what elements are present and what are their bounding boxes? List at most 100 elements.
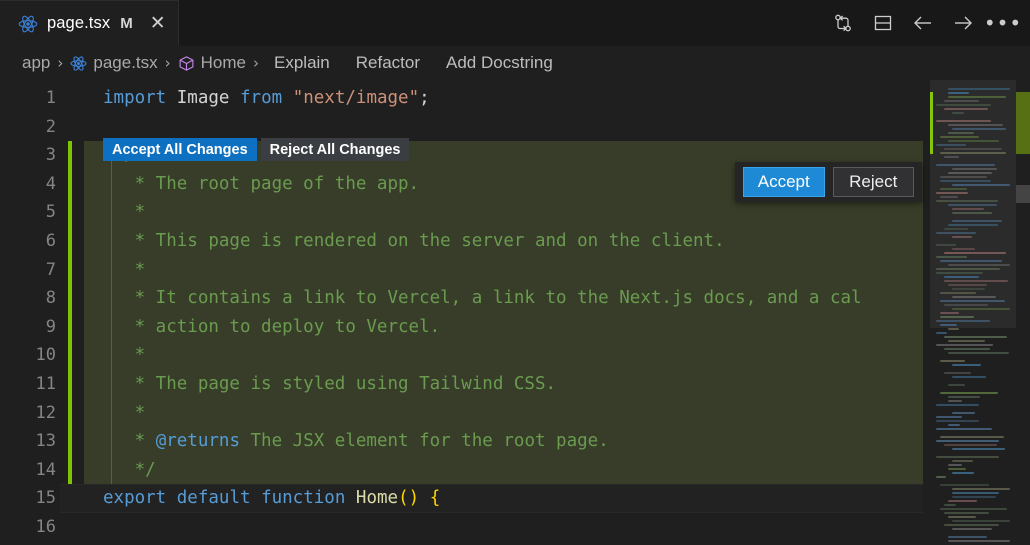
minimap-code-row bbox=[936, 200, 998, 202]
back-arrow-icon[interactable] bbox=[912, 12, 934, 34]
minimap-code-row bbox=[948, 140, 999, 142]
accept-button[interactable]: Accept bbox=[743, 167, 825, 197]
minimap-code-row bbox=[944, 156, 959, 158]
minimap-code-row bbox=[936, 192, 968, 194]
minimap-code-row bbox=[952, 492, 999, 494]
minimap-code-row bbox=[952, 248, 975, 250]
minimap-code-row bbox=[936, 428, 992, 430]
scrollbar-slider[interactable] bbox=[1016, 185, 1030, 203]
minimap-code-row bbox=[936, 344, 993, 346]
minimap-code-row bbox=[940, 176, 987, 178]
code-line-text: import Image from "next/image"; bbox=[103, 84, 430, 113]
minimap-code-row bbox=[936, 332, 947, 334]
minimap-code-row bbox=[940, 188, 967, 190]
line-number: 13 bbox=[35, 431, 56, 452]
code-line-text: * bbox=[103, 256, 146, 285]
breadcrumb-label-page-tsx: page.tsx bbox=[93, 53, 158, 72]
editor-tab-bar: page.tsx M ✕ ••• bbox=[0, 0, 1030, 47]
line-number: 5 bbox=[45, 202, 56, 223]
editor-scrollbar[interactable] bbox=[1016, 80, 1030, 545]
accept-all-changes-button[interactable]: Accept All Changes bbox=[103, 138, 257, 161]
minimap[interactable] bbox=[930, 80, 1016, 545]
code-token: * bbox=[103, 202, 146, 223]
compare-changes-icon[interactable] bbox=[832, 12, 854, 34]
breadcrumb-action-refactor[interactable]: Refactor bbox=[356, 53, 420, 73]
code-line[interactable]: 6 * This page is rendered on the server … bbox=[0, 227, 1030, 256]
code-line-text: * bbox=[103, 198, 146, 227]
minimap-code-row bbox=[940, 292, 976, 294]
code-line[interactable]: 5 * bbox=[0, 198, 1030, 227]
reject-all-changes-button[interactable]: Reject All Changes bbox=[260, 138, 410, 161]
breadcrumb-item-app[interactable]: app bbox=[22, 53, 50, 73]
minimap-code-row bbox=[940, 508, 1007, 510]
code-line[interactable]: 7 * bbox=[0, 256, 1030, 285]
minimap-code-row bbox=[936, 232, 976, 234]
editor-tab-page-tsx[interactable]: page.tsx M ✕ bbox=[0, 0, 179, 46]
breadcrumb-action-add-docstring[interactable]: Add Docstring bbox=[446, 53, 553, 73]
code-token: default bbox=[176, 488, 251, 509]
line-number: 14 bbox=[35, 459, 56, 480]
minimap-code-row bbox=[944, 280, 1008, 282]
forward-arrow-icon[interactable] bbox=[952, 12, 974, 34]
code-line[interactable]: 2 bbox=[0, 113, 1030, 142]
minimap-code-row bbox=[952, 528, 992, 530]
line-number: 8 bbox=[45, 288, 56, 309]
minimap-code-row bbox=[952, 412, 975, 414]
minimap-code-row bbox=[952, 220, 1002, 222]
code-line-text: * It contains a link to Vercel, a link t… bbox=[103, 284, 862, 313]
breadcrumb-label-app: app bbox=[22, 53, 51, 72]
code-line[interactable]: 15 export default function Home() { bbox=[0, 484, 1030, 513]
line-number: 3 bbox=[45, 145, 56, 166]
code-line[interactable]: 9 * action to deploy to Vercel. bbox=[0, 313, 1030, 342]
minimap-code-row bbox=[952, 308, 1010, 310]
minimap-code-row bbox=[952, 288, 985, 290]
more-actions-icon[interactable]: ••• bbox=[984, 12, 1021, 34]
line-number: 7 bbox=[45, 259, 56, 280]
minimap-code-row bbox=[948, 468, 966, 470]
reject-button[interactable]: Reject bbox=[832, 167, 914, 197]
minimap-code-row bbox=[944, 372, 971, 374]
minimap-code-row bbox=[948, 132, 974, 134]
minimap-code-row bbox=[948, 396, 980, 398]
line-number: 2 bbox=[45, 116, 56, 137]
code-line[interactable]: 8 * It contains a link to Vercel, a link… bbox=[0, 284, 1030, 313]
minimap-code-row bbox=[940, 360, 965, 362]
code-editor[interactable]: 1import Image from "next/image";23 /**4 … bbox=[0, 80, 1030, 545]
minimap-code-row bbox=[940, 436, 1004, 438]
editor-tab-label: page.tsx bbox=[47, 14, 111, 32]
breadcrumb-item-page-tsx[interactable]: page.tsx bbox=[70, 53, 158, 73]
code-line[interactable]: 16 bbox=[0, 513, 1030, 542]
breadcrumb-item-home[interactable]: Home bbox=[178, 53, 246, 73]
split-editor-icon[interactable] bbox=[872, 12, 894, 34]
minimap-code-row bbox=[944, 148, 1002, 150]
overview-ruler-added-marker bbox=[1016, 92, 1030, 154]
line-number: 4 bbox=[45, 173, 56, 194]
cube-icon bbox=[178, 55, 195, 72]
minimap-code-row bbox=[940, 260, 1002, 262]
code-line[interactable]: 10 * bbox=[0, 341, 1030, 370]
close-icon[interactable]: ✕ bbox=[150, 14, 166, 33]
minimap-code-row bbox=[948, 536, 987, 538]
minimap-code-row bbox=[948, 540, 1010, 542]
editor-actions-toolbar: ••• bbox=[832, 0, 1021, 46]
code-line-text: * The root page of the app. bbox=[103, 170, 419, 199]
code-token: import bbox=[103, 88, 167, 108]
minimap-code-row bbox=[936, 144, 966, 146]
code-line[interactable]: 13 * @returns The JSX element for the ro… bbox=[0, 427, 1030, 456]
minimap-code-row bbox=[948, 424, 960, 426]
minimap-code-row bbox=[940, 392, 998, 394]
code-line[interactable]: 12 * bbox=[0, 399, 1030, 428]
code-token: * bbox=[103, 345, 146, 366]
react-icon bbox=[70, 55, 87, 72]
code-line[interactable]: 11 * The page is styled using Tailwind C… bbox=[0, 370, 1030, 399]
code-line[interactable]: 1 import Image from "next/image"; bbox=[0, 84, 1030, 113]
minimap-code-row bbox=[948, 92, 969, 94]
code-line[interactable]: 14 */ bbox=[0, 456, 1030, 485]
code-token: from bbox=[240, 88, 283, 108]
minimap-code-row bbox=[940, 316, 974, 318]
breadcrumb-action-explain[interactable]: Explain bbox=[274, 53, 330, 73]
minimap-code-row bbox=[952, 496, 996, 498]
